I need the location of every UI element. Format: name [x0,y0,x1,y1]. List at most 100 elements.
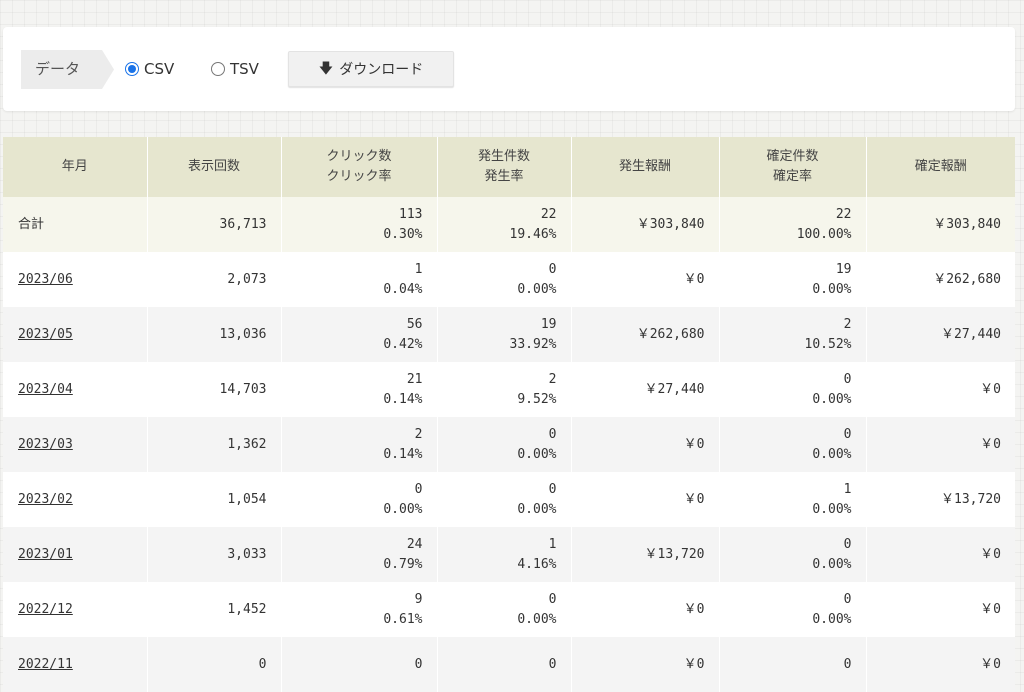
occurrences-cell: 0 0.00% [436,417,571,472]
occurrences: 0 [548,656,557,672]
clicks: 0 [414,656,423,672]
month-link[interactable]: 2023/01 [18,547,73,562]
clicks-cell: 1 0.04% [280,252,437,307]
confirmed-cell: 1 0.00% [718,472,866,527]
month-link[interactable]: 2023/06 [18,272,73,287]
month-link[interactable]: 2023/03 [18,437,73,452]
confirmed-rate: 0.00% [812,281,852,297]
clicks: 24 [406,536,423,552]
header-confirmed: 確定件数 確定率 [718,137,866,197]
confirmed-rate: 0.00% [812,391,852,407]
occurrence-reward-cell: ￥0 [570,417,719,472]
clicks-cell: 21 0.14% [280,362,437,417]
header-confirmed-reward: 確定報酬 [865,137,1015,197]
occurrence-rate: 0.00% [517,281,557,297]
confirmed-rate: 0.00% [812,556,852,572]
confirmed-rate: 0.00% [812,446,852,462]
click-rate: 0.61% [383,611,423,627]
month-link[interactable]: 2023/04 [18,382,73,397]
csv-radio[interactable]: CSV [125,59,174,79]
clicks-cell: 2 0.14% [280,417,437,472]
occurrences: 0 [548,426,557,442]
confirmed-reward-cell: ￥262,680 [865,252,1015,307]
clicks-cell: 9 0.61% [280,582,437,637]
confirmed: 0 [843,656,852,672]
occurrences: 19 [540,316,557,332]
confirmed-reward-cell: ￥0 [865,527,1015,582]
occurrences-cell: 0 0.00% [436,472,571,527]
clicks-cell: 24 0.79% [280,527,437,582]
views-cell: 1,362 [146,417,281,472]
month-cell: 2023/03 [3,417,147,472]
confirmed: 0 [843,591,852,607]
month-link[interactable]: 2023/02 [18,492,73,507]
tsv-radio[interactable]: TSV [211,59,259,79]
month-link[interactable]: 2023/05 [18,327,73,342]
views-cell: 2,073 [146,252,281,307]
confirmed-cell: 0 [718,637,866,692]
views-cell: 14,703 [146,362,281,417]
confirmed-rate: 0.00% [812,501,852,517]
total-confirmed: 22 [835,206,852,222]
total-confirmed-reward: ￥303,840 [865,197,1015,252]
confirmed-rate: 10.52% [804,336,852,352]
confirmed: 19 [835,261,852,277]
clicks: 21 [406,371,423,387]
occurrence-rate: 0.00% [517,501,557,517]
occurrence-reward-cell: ￥0 [570,252,719,307]
confirmed-reward-cell: ￥0 [865,362,1015,417]
table-row: 2023/01 3,033 24 0.79% 1 4.16% ￥13,720 0 0.00% ￥0 [3,527,1015,582]
table-row: 2022/11 0 0 0 ￥0 0 ￥0 [3,637,1015,692]
confirmed-reward-cell: ￥13,720 [865,472,1015,527]
month-cell: 2022/11 [3,637,147,692]
confirmed-reward-cell: ￥0 [865,417,1015,472]
table-row: 2023/02 1,054 0 0.00% 0 0.00% ￥0 1 0.00% ￥13,720 [3,472,1015,527]
month-link[interactable]: 2022/12 [18,602,73,617]
confirmed: 0 [843,426,852,442]
total-confirmed-rate: 100.00% [796,226,852,242]
csv-radio-dot[interactable] [125,62,139,76]
occurrences-cell: 19 33.92% [436,307,571,362]
clicks-cell: 0 0.00% [280,472,437,527]
arrow-down-icon: 🡇 [318,61,334,77]
occurrences: 0 [548,591,557,607]
occurrence-reward-cell: ￥262,680 [570,307,719,362]
occurrence-reward-cell: ￥27,440 [570,362,719,417]
total-clicks: 113 [399,206,423,222]
data-format-label: データ [21,50,114,89]
confirmed-cell: 0 0.00% [718,417,866,472]
views-cell: 0 [146,637,281,692]
download-button[interactable]: 🡇 ダウンロード [288,51,454,87]
occurrence-rate: 33.92% [509,336,557,352]
click-rate: 0.79% [383,556,423,572]
occurrences: 0 [548,261,557,277]
confirmed: 0 [843,536,852,552]
table-row: 2023/04 14,703 21 0.14% 2 9.52% ￥27,440 0 0.00% ￥… [3,362,1015,417]
month-cell: 2023/06 [3,252,147,307]
total-occurrences: 22 [540,206,557,222]
occurrence-rate: 0.00% [517,611,557,627]
clicks-cell: 56 0.42% [280,307,437,362]
confirmed: 0 [843,371,852,387]
occurrences-cell: 0 [436,637,571,692]
views-cell: 1,452 [146,582,281,637]
report-table: 年月 表示回数 クリック数 クリック率 発生件数 発生率 発生報酬 確定件数 確定率 … [3,137,1015,692]
csv-radio-label: CSV [144,60,175,78]
occurrences: 0 [548,481,557,497]
occurrence-rate: 0.00% [517,446,557,462]
confirmed: 2 [843,316,852,332]
table-row: 2023/06 2,073 1 0.04% 0 0.00% ￥0 19 0.00% ￥262,68… [3,252,1015,307]
tsv-radio-label: TSV [230,60,259,78]
occurrences-cell: 0 0.00% [436,582,571,637]
confirmed-reward-cell: ￥0 [865,582,1015,637]
total-occurrence-reward: ￥303,840 [570,197,719,252]
total-occurrence-rate: 19.46% [509,226,557,242]
click-rate: 0.42% [383,336,423,352]
clicks: 56 [406,316,423,332]
confirmed-cell: 19 0.00% [718,252,866,307]
month-link[interactable]: 2022/11 [18,657,73,672]
occurrences-cell: 0 0.00% [436,252,571,307]
tsv-radio-dot[interactable] [211,62,225,76]
month-cell: 2022/12 [3,582,147,637]
total-clicks-cell: 113 0.30% [280,197,437,252]
